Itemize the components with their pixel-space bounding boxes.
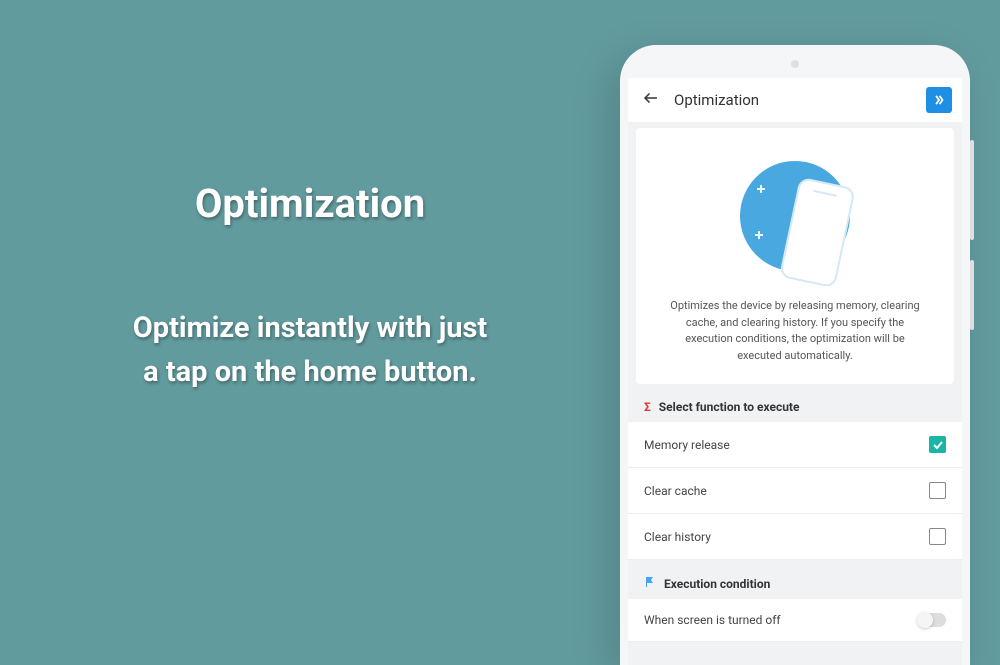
app-header: Optimization — [628, 78, 962, 122]
checkbox-clear-cache[interactable] — [929, 482, 946, 499]
toggle-screen-off[interactable] — [918, 613, 946, 627]
functions-section: Σ Select function to execute Memory rele… — [628, 400, 962, 560]
forward-action-button[interactable] — [926, 87, 952, 113]
list-item-clear-history[interactable]: Clear history — [628, 514, 962, 560]
functions-section-header: Σ Select function to execute — [628, 400, 962, 422]
list-item-screen-off[interactable]: When screen is turned off — [628, 599, 962, 642]
list-item-clear-cache[interactable]: Clear cache — [628, 468, 962, 514]
optimization-phone-icon — [725, 146, 865, 286]
hero-card: Optimizes the device by releasing memory… — [636, 128, 954, 384]
flag-icon — [644, 576, 656, 591]
promo-subtitle-line1: Optimize instantly with just — [40, 307, 580, 351]
promo-subtitle-line2: a tap on the home button. — [40, 351, 580, 395]
phone-side-button-upper — [970, 140, 974, 240]
hero-description: Optimizes the device by releasing memory… — [656, 298, 934, 364]
conditions-section: Execution condition When screen is turne… — [628, 576, 962, 642]
phone-frame: Optimization — [620, 45, 970, 665]
checkbox-memory-release[interactable] — [929, 436, 946, 453]
sigma-icon: Σ — [644, 400, 651, 414]
promo-title: Optimization — [40, 180, 580, 227]
promo-panel: Optimization Optimize instantly with jus… — [40, 180, 580, 394]
phone-side-button — [970, 260, 974, 330]
phone-screen: Optimization — [628, 78, 962, 665]
list-item-label: Clear cache — [644, 484, 707, 498]
conditions-section-title: Execution condition — [664, 577, 770, 591]
page-title: Optimization — [674, 91, 759, 109]
list-item-label: When screen is turned off — [644, 613, 781, 627]
functions-section-title: Select function to execute — [659, 400, 800, 414]
list-item-label: Clear history — [644, 530, 711, 544]
list-item-label: Memory release — [644, 438, 730, 452]
list-item-memory-release[interactable]: Memory release — [628, 422, 962, 468]
promo-subtitle: Optimize instantly with just a tap on th… — [40, 307, 580, 394]
conditions-section-header: Execution condition — [628, 576, 962, 599]
checkbox-clear-history[interactable] — [929, 528, 946, 545]
back-arrow-icon[interactable] — [642, 89, 674, 112]
